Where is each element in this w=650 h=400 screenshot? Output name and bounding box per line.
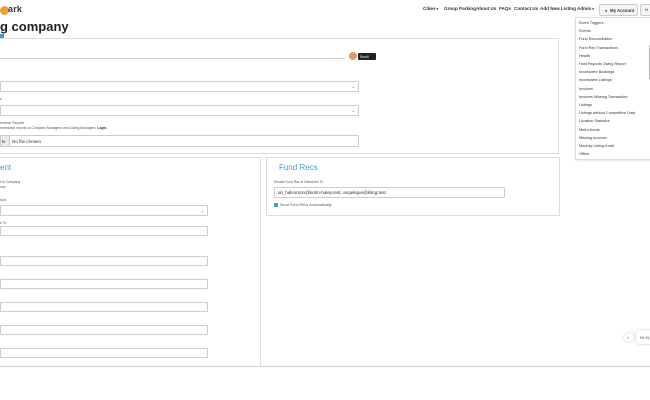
page-title: g company bbox=[0, 19, 69, 34]
fund-recs-heading: Fund Recs bbox=[279, 163, 318, 172]
admin-menu-item[interactable]: Missing Invoices bbox=[579, 136, 607, 140]
nav-group-parking[interactable]: Group Parking bbox=[444, 6, 476, 11]
chevron-down-icon: ⌄ bbox=[200, 208, 204, 213]
my-account-button[interactable]: ● My Account bbox=[599, 4, 638, 16]
tooltip: Scroll bbox=[358, 53, 376, 60]
assign-label: t to Company bbox=[0, 180, 21, 184]
payment-card: ent t to Company nue hod ⌄ e To bbox=[0, 157, 261, 374]
fund-rec-emails-label: Emails Fund Rec is Delivered To bbox=[274, 180, 323, 184]
admin-menu-item[interactable]: Location Statistics bbox=[579, 119, 610, 123]
reports-help-text: rformance reports to Company Managers an… bbox=[0, 126, 107, 130]
chat-bubble[interactable]: Hi, N bbox=[636, 330, 650, 344]
reports-label: rmance Reports bbox=[0, 121, 25, 125]
login-link[interactable]: Login bbox=[97, 126, 106, 130]
admin-menu-item[interactable]: Invoices Missing Transaction bbox=[579, 95, 628, 99]
payment-input-5[interactable] bbox=[0, 325, 208, 335]
admin-menu-item[interactable]: Offers bbox=[579, 152, 589, 156]
payment-heading: ent bbox=[0, 163, 12, 172]
payment-input-3[interactable] bbox=[0, 279, 208, 289]
admin-menu-item[interactable]: Events bbox=[579, 29, 591, 33]
admin-menu-item[interactable]: Metro Areas bbox=[579, 128, 599, 132]
file-status-text: No file chosen bbox=[12, 139, 42, 144]
select-field-2[interactable]: ⌄ bbox=[0, 105, 359, 116]
auto-send-label: Send Fund Recs Automatically bbox=[280, 203, 332, 207]
admin-menu-item[interactable]: Listings bbox=[579, 103, 592, 107]
name-field[interactable] bbox=[0, 58, 345, 59]
nav-admin[interactable]: Admin▾ bbox=[577, 6, 594, 11]
logo-text: ark bbox=[8, 4, 23, 14]
auto-send-checkbox[interactable] bbox=[274, 203, 278, 207]
chat-close-button[interactable]: × bbox=[624, 333, 634, 342]
nav-add-new-listing[interactable]: Add New Listing bbox=[540, 6, 576, 11]
admin-dropdown-menu: Event Triggers Events Fund Reconciliation F… bbox=[575, 17, 650, 160]
select-field-1[interactable]: ⌄ bbox=[0, 81, 359, 92]
assign-sub-label: nue bbox=[0, 185, 6, 189]
remit-to-input[interactable] bbox=[0, 226, 208, 236]
admin-menu-item[interactable]: Health bbox=[579, 54, 590, 58]
chevron-down-icon: ▾ bbox=[436, 7, 439, 11]
chevron-down-icon: ⌄ bbox=[351, 84, 355, 89]
nav-about-us[interactable]: About Us bbox=[476, 6, 496, 11]
admin-menu-item[interactable]: Incomplete Listings bbox=[579, 78, 612, 82]
payment-method-select[interactable]: ⌄ bbox=[0, 205, 208, 216]
admin-menu-item[interactable]: Event Triggers bbox=[579, 21, 603, 25]
nav-faqs[interactable]: FAQs bbox=[499, 6, 511, 11]
nav-contact-us[interactable]: Contact Us bbox=[514, 6, 538, 11]
fund-rec-emails-input[interactable]: ali_halvorson@kuhn-haley.test, angelique… bbox=[274, 187, 505, 198]
avatar[interactable] bbox=[349, 52, 357, 60]
payment-input-2[interactable] bbox=[0, 256, 208, 266]
remit-label: e To bbox=[0, 221, 7, 225]
field-label: e bbox=[0, 97, 2, 101]
nav-cities[interactable]: Cities▾ bbox=[423, 6, 438, 11]
secondary-account-button[interactable]: M bbox=[640, 4, 650, 16]
admin-menu-item[interactable]: Host Payouts Owing Report bbox=[579, 62, 626, 66]
file-upload-input[interactable]: le No file chosen bbox=[0, 135, 359, 147]
top-navbar: ark Cities▾ Group Parking About Us FAQs … bbox=[0, 0, 650, 18]
payment-input-6[interactable] bbox=[0, 348, 208, 358]
chevron-down-icon: ⌄ bbox=[351, 108, 355, 113]
payment-input-4[interactable] bbox=[0, 302, 208, 312]
chevron-down-icon: ▾ bbox=[592, 7, 595, 11]
user-icon: ● bbox=[605, 8, 608, 13]
choose-file-button[interactable]: le bbox=[1, 136, 10, 146]
page-footer-area bbox=[0, 367, 650, 400]
admin-menu-item[interactable]: Fund Rec Transactions bbox=[579, 46, 618, 50]
admin-menu-item[interactable]: Invoices bbox=[579, 87, 593, 91]
admin-menu-item[interactable]: Incomplete Bookings bbox=[579, 70, 614, 74]
fund-recs-card: Fund Recs Emails Fund Rec is Delivered T… bbox=[266, 157, 560, 216]
admin-menu-item[interactable]: Fund Reconciliation bbox=[579, 37, 612, 41]
admin-menu-item[interactable]: Monthly Listing Audit bbox=[579, 144, 614, 148]
method-label: hod bbox=[0, 198, 6, 202]
admin-menu-item[interactable]: Listings without Competitive Data bbox=[579, 111, 635, 115]
